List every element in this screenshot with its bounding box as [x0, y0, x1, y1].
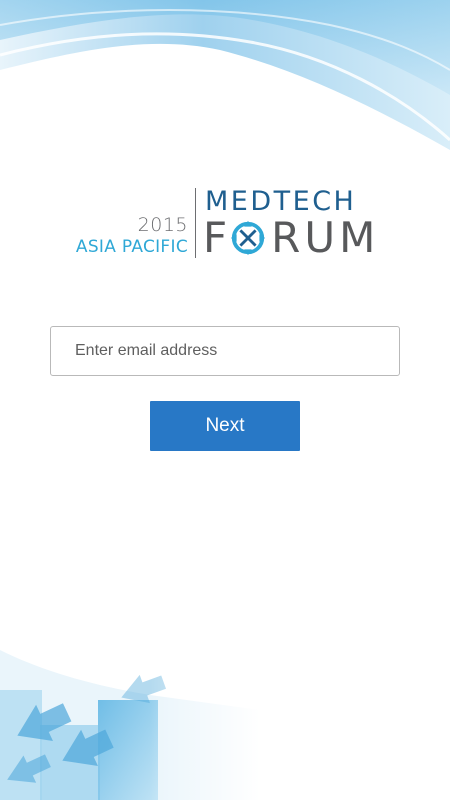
logo-brand-bottom-rest: RUM [271, 213, 380, 262]
next-button[interactable]: Next [150, 401, 300, 451]
logo-brand-bottom-first: F [203, 213, 228, 262]
logo-divider [195, 188, 196, 258]
logo-brand-bottom: F RUM [203, 216, 379, 260]
logo-region: ASIA PACIFIC [75, 237, 188, 257]
logo-year: 2015 [137, 214, 188, 236]
logo-edition: 2015 ASIA PACIFIC [62, 214, 188, 258]
forum-emblem-icon [231, 220, 266, 256]
footer-arrows-graphic [0, 650, 260, 800]
header-swoosh-graphic [0, 0, 450, 160]
login-screen: 2015 ASIA PACIFIC MEDTECH F RUM Enter em… [0, 0, 450, 800]
email-input[interactable] [50, 326, 400, 376]
medtech-forum-logo: 2015 ASIA PACIFIC MEDTECH F RUM [62, 186, 392, 266]
